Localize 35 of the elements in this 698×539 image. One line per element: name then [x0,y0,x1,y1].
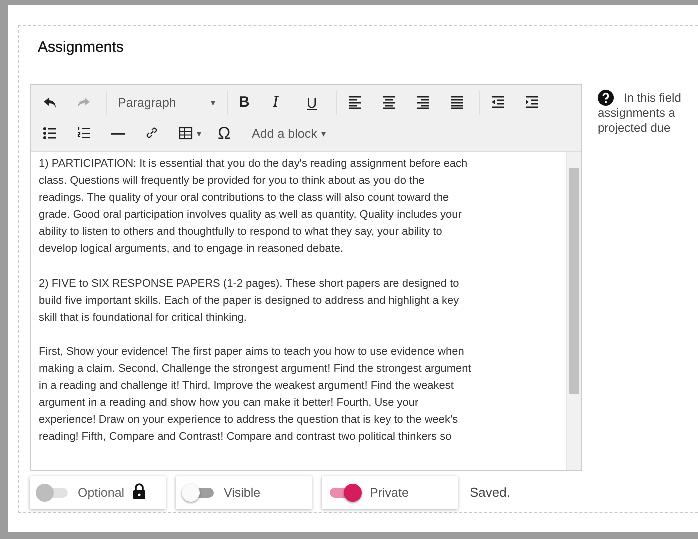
special-character-button[interactable]: Ω [212,120,242,146]
numbered-list-icon [77,126,91,141]
toggle-label: Visible [224,486,261,500]
align-right-icon [416,95,430,110]
undo-icon [43,95,57,110]
align-left-icon [348,95,362,110]
table-icon [179,126,193,141]
help-text: projected due [598,121,671,136]
section-title: Assignments [37,38,125,58]
italic-button[interactable]: I [267,90,297,116]
horizontal-line-icon [111,132,125,134]
add-block-dropdown[interactable]: Add a block ▾ [246,120,332,146]
paragraph-dropdown[interactable]: Paragraph ▾ [112,90,222,116]
redo-icon [77,95,91,110]
help-text: In this field [623,90,682,106]
underline-button[interactable]: U [301,90,331,116]
bold-button[interactable]: B [233,90,263,116]
toggle-label: Private [370,486,409,500]
help-text: assignments a [598,106,676,121]
table-button[interactable]: ▾ [173,120,208,146]
align-justify-icon [450,95,464,110]
paragraph: 2) FIVE to SIX RESPONSE PAPERS (1-2 pages). These short papers are designed to build five important skills. Each of the paper is designed to address and highlight a key skill that is foundational for critical thinking. [39,276,460,326]
toggle-label: Optional [78,486,125,500]
paragraph: 1) PARTICIPATION: It is essential that you do the day's reading assignment before each class. Questions will frequently be provided for you to think about as you do the readings. The quality of your oral contributions to the class will also count toward the grade. Good oral participation involves quality as well as quantity. Quality includes your ability to listen to others and thoughtfully to respond to what they say, your ability to develop logical arguments, and to engage in reasoned debate. [39,157,469,258]
help-icon [598,90,614,106]
outdent-icon [491,95,505,110]
toggle-switch[interactable] [328,482,362,502]
link-icon [145,126,159,141]
scrollbar[interactable] [566,152,581,470]
toggle-switch[interactable] [182,482,216,502]
paragraph: First, Show your evidence! The first paper aims to teach you how to use evidence when making a claim. Second, Challenge the strongest argument! Find the strongest argument in a reading and challenge it! Third, Improve the weakest argument! Find the weakest argument in a reading and show how you can make it better! Fourth, Use your experience! Draw on your experience to address the question that is key to the week's reading! Fifth, Compare and Contrast! Compare and contrast two political thinkers so [39,344,472,446]
indent-icon [525,95,539,110]
align-center-icon [382,95,396,110]
save-status: Saved. [469,485,510,500]
bullet-list-icon [43,126,57,141]
